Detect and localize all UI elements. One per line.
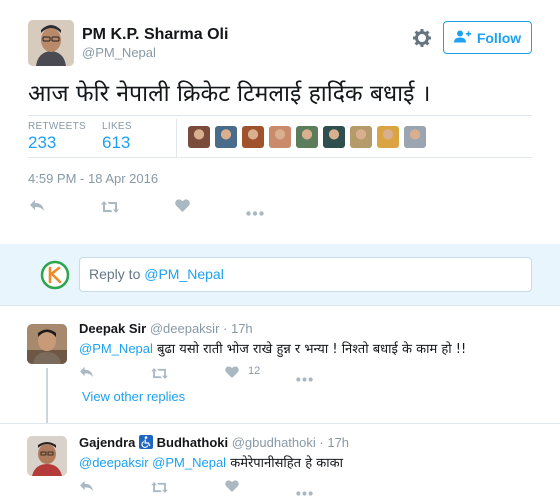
reply-avatar[interactable] (27, 324, 67, 364)
liker-avatar[interactable] (188, 126, 210, 148)
liker-avatar[interactable] (215, 126, 237, 148)
reply-author: Gajendra Budhathoki @gbudhathoki · 17h (79, 435, 349, 450)
like-heart-icon[interactable] (225, 365, 239, 383)
settings-gear-icon[interactable] (412, 28, 432, 48)
main-tweet: PM K.P. Sharma Oli @PM_Nepal Follow आज फ… (0, 0, 560, 244)
viewer-avatar (40, 260, 70, 290)
liker-avatar[interactable] (404, 126, 426, 148)
author-name[interactable]: PM K.P. Sharma Oli (82, 26, 228, 44)
reply-time[interactable]: · 17h (319, 435, 349, 450)
wheelchair-icon (138, 435, 153, 449)
likes-count[interactable]: 613 (102, 133, 130, 153)
like-heart-icon[interactable] (225, 479, 239, 497)
liker-avatar[interactable] (377, 126, 399, 148)
follow-label: Follow (476, 29, 522, 46)
reply-composer: Reply to @PM_Nepal (0, 244, 560, 306)
reply-mention[interactable]: @deepaksir @PM_Nepal (79, 455, 226, 470)
likes-label: LIKES (102, 121, 132, 132)
reply-body: कमेरेपानीसहित हे काका (230, 456, 343, 471)
reply-author-name-2[interactable]: Budhathoki (157, 435, 229, 450)
reply-text: @PM_Nepal बुढा यसो राती भोज राखे हुन्न र… (79, 339, 466, 357)
reply-body: बुढा यसो राती भोज राखे हुन्न र भन्या ! न… (157, 342, 467, 357)
view-other-replies-link[interactable]: View other replies (82, 389, 185, 404)
retweet-icon[interactable] (151, 480, 168, 498)
stats-vertical-divider (176, 119, 177, 157)
liker-avatar[interactable] (350, 126, 372, 148)
reply-author-handle[interactable]: @gbudhathoki (232, 435, 316, 450)
reply-text: @deepaksir @PM_Nepal कमेरेपानीसहित हे का… (79, 453, 343, 471)
author-avatar[interactable] (28, 20, 74, 66)
reply-author-handle[interactable]: @deepaksir (150, 321, 220, 336)
liker-avatar[interactable] (269, 126, 291, 148)
retweets-count[interactable]: 233 (28, 133, 56, 153)
retweet-icon[interactable] (101, 200, 119, 218)
retweet-icon[interactable] (151, 366, 168, 384)
reply-icon[interactable] (79, 365, 94, 383)
reply-placeholder-mention: @PM_Nepal (144, 266, 224, 282)
reply-input[interactable]: Reply to @PM_Nepal (79, 257, 532, 292)
follow-button[interactable]: Follow (443, 21, 532, 54)
reply-item: Deepak Sir @deepaksir · 17h @PM_Nepal बु… (0, 306, 560, 423)
more-icon[interactable] (296, 369, 313, 387)
reply-author: Deepak Sir @deepaksir · 17h (79, 321, 253, 336)
follow-person-plus-icon (453, 30, 471, 46)
like-count: 12 (248, 365, 261, 377)
tweet-timestamp[interactable]: 4:59 PM - 18 Apr 2016 (28, 171, 158, 186)
stats-top-divider (28, 115, 532, 116)
reply-time[interactable]: · 17h (223, 321, 253, 336)
liker-avatar[interactable] (296, 126, 318, 148)
reply-avatar[interactable] (27, 436, 67, 476)
reply-mention[interactable]: @PM_Nepal (79, 341, 153, 356)
like-heart-icon[interactable] (175, 199, 190, 217)
reply-author-name[interactable]: Gajendra (79, 435, 135, 450)
thread-connector (46, 368, 48, 424)
reply-item: Gajendra Budhathoki @gbudhathoki · 17h @… (0, 424, 560, 504)
more-icon[interactable] (246, 203, 264, 221)
stats-bottom-divider (28, 157, 532, 158)
retweets-label: RETWEETS (28, 121, 86, 132)
reply-icon[interactable] (29, 199, 45, 217)
reply-icon[interactable] (79, 479, 94, 497)
reply-placeholder-prefix: Reply to (89, 266, 141, 282)
liker-avatar[interactable] (242, 126, 264, 148)
liker-avatar[interactable] (323, 126, 345, 148)
tweet-text: आज फेरि नेपाली क्रिकेट टिमलाई हार्दिक बध… (28, 81, 431, 107)
reply-author-name[interactable]: Deepak Sir (79, 321, 146, 336)
more-icon[interactable] (296, 483, 313, 501)
author-handle[interactable]: @PM_Nepal (82, 45, 156, 60)
